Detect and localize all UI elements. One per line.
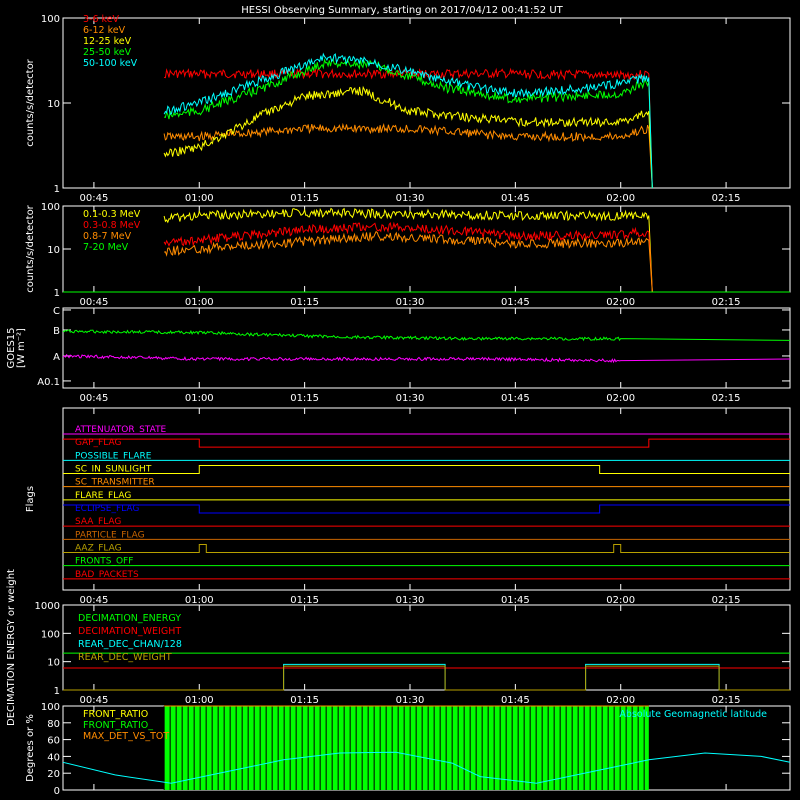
y-tick-label: A (53, 352, 60, 363)
flag-label: ATTENUATOR_STATE (75, 425, 167, 435)
flag-label: AAZ_FLAG (75, 544, 122, 554)
x-tick-label: 01:30 (396, 393, 425, 404)
y-tick-label: 1 (54, 288, 60, 299)
x-tick-label: 01:15 (290, 297, 319, 308)
x-tick-label: 00:45 (79, 193, 108, 204)
legend-entry: DECIMATION_WEIGHT (78, 626, 181, 637)
legend-entry: 50-100 keV (83, 58, 138, 69)
x-tick-label: 00:45 (79, 595, 108, 606)
y-tick-label: 1 (54, 184, 60, 195)
y-tick-label: C (53, 306, 60, 317)
x-tick-label: 01:30 (396, 193, 425, 204)
x-tick-label: 02:15 (712, 595, 741, 606)
x-tick-label: 01:15 (290, 393, 319, 404)
legend-entry: 12-25 keV (83, 36, 132, 47)
x-tick-label: 02:00 (606, 297, 635, 308)
x-tick-label: 01:45 (501, 193, 530, 204)
y-tick-label: 60 (47, 736, 60, 747)
flag-label: SC_TRANSMITTER (75, 478, 155, 488)
y-axis-label: Degrees or % (25, 714, 36, 782)
figure-title: HESSI Observing Summary, starting on 201… (241, 5, 563, 16)
legend-entry: 0.8-7 MeV (83, 231, 132, 242)
x-tick-label: 01:15 (290, 695, 319, 706)
x-tick-label: 02:00 (606, 595, 635, 606)
x-tick-label: 02:00 (606, 695, 635, 706)
y-axis-unit-label: [W m⁻²] (16, 328, 27, 368)
x-tick-label: 01:00 (185, 695, 214, 706)
y-tick-label: 80 (47, 719, 60, 730)
x-tick-label: 02:00 (606, 193, 635, 204)
x-tick-label: 01:00 (185, 393, 214, 404)
flag-label: FRONTS_OFF (75, 557, 133, 567)
legend-entry: 25-50 keV (83, 47, 132, 58)
y-tick-label: 100 (41, 14, 60, 25)
y-tick-label: 20 (47, 769, 60, 780)
y-tick-label: A0.1 (37, 377, 60, 388)
legend-entry: FRONT_RATIO_ (83, 720, 153, 731)
flag-label: FLARE_FLAG (75, 491, 131, 501)
y-tick-label: 100 (41, 702, 60, 713)
x-tick-label: 02:00 (606, 393, 635, 404)
flag-label: POSSIBLE_FLARE (75, 451, 152, 461)
x-tick-label: 00:45 (79, 393, 108, 404)
x-tick-label: 02:15 (712, 297, 741, 308)
y-axis-label: counts/s/detector (25, 58, 36, 146)
legend-entry: Absolute Geomagnetic latitude (619, 709, 767, 720)
y-tick-label: 40 (47, 752, 60, 763)
y-axis-label: DECIMATION ENERGY or weight (6, 569, 17, 726)
legend-entry: REAR_DEC_CHAN/128 (78, 639, 182, 650)
y-tick-label: 1000 (35, 601, 60, 612)
summary-figure: HESSI Observing Summary, starting on 201… (0, 0, 800, 800)
y-tick-label: 100 (41, 629, 60, 640)
y-tick-label: 0 (54, 786, 60, 797)
legend-entry: 0.1-0.3 MeV (83, 209, 141, 220)
x-tick-label: 01:15 (290, 595, 319, 606)
flag-label: PARTICLE_FLAG (75, 530, 145, 540)
legend-entry: 3-6 keV (83, 14, 120, 25)
x-tick-label: 01:45 (501, 595, 530, 606)
x-tick-label: 02:15 (712, 695, 741, 706)
legend-entry: MAX_DET_VS_TOT (83, 731, 169, 742)
y-axis-label: Flags (25, 486, 36, 512)
x-tick-label: 01:30 (396, 297, 425, 308)
flag-label: ECLIPSE_FLAG (75, 504, 139, 514)
y-tick-label: 1 (54, 686, 60, 697)
x-tick-label: 01:00 (185, 595, 214, 606)
y-tick-label: B (53, 326, 60, 337)
x-tick-label: 00:45 (79, 297, 108, 308)
legend-entry: FRONT_RATIO (83, 709, 148, 720)
x-tick-label: 01:45 (501, 393, 530, 404)
flag-label: GAP_FLAG (75, 438, 121, 448)
x-tick-label: 01:15 (290, 193, 319, 204)
x-tick-label: 01:00 (185, 297, 214, 308)
legend-entry: 0.3-0.8 MeV (83, 220, 141, 231)
x-tick-label: 01:30 (396, 595, 425, 606)
y-tick-label: 10 (47, 99, 60, 110)
y-tick-label: 10 (47, 245, 60, 256)
flag-label: SC_IN_SUNLIGHT (75, 465, 152, 475)
flag-label: SAA_FLAG (75, 517, 121, 527)
x-tick-label: 01:45 (501, 695, 530, 706)
x-tick-label: 01:00 (185, 193, 214, 204)
x-tick-label: 01:45 (501, 297, 530, 308)
x-tick-label: 00:45 (79, 695, 108, 706)
flag-label: BAD_PACKETS (75, 570, 139, 580)
y-tick-label: 100 (41, 202, 60, 213)
x-tick-label: 02:15 (712, 193, 741, 204)
legend-entry: REAR_DEC_WEIGHT (78, 652, 172, 663)
legend-entry: DECIMATION_ENERGY (78, 613, 181, 624)
y-axis-label: counts/s/detector (25, 204, 36, 292)
legend-entry: 6-12 keV (83, 25, 126, 36)
x-tick-label: 01:30 (396, 695, 425, 706)
series-fill (164, 706, 649, 790)
y-tick-label: 10 (47, 658, 60, 669)
x-tick-label: 02:15 (712, 393, 741, 404)
legend-entry: 7-20 MeV (83, 242, 129, 253)
